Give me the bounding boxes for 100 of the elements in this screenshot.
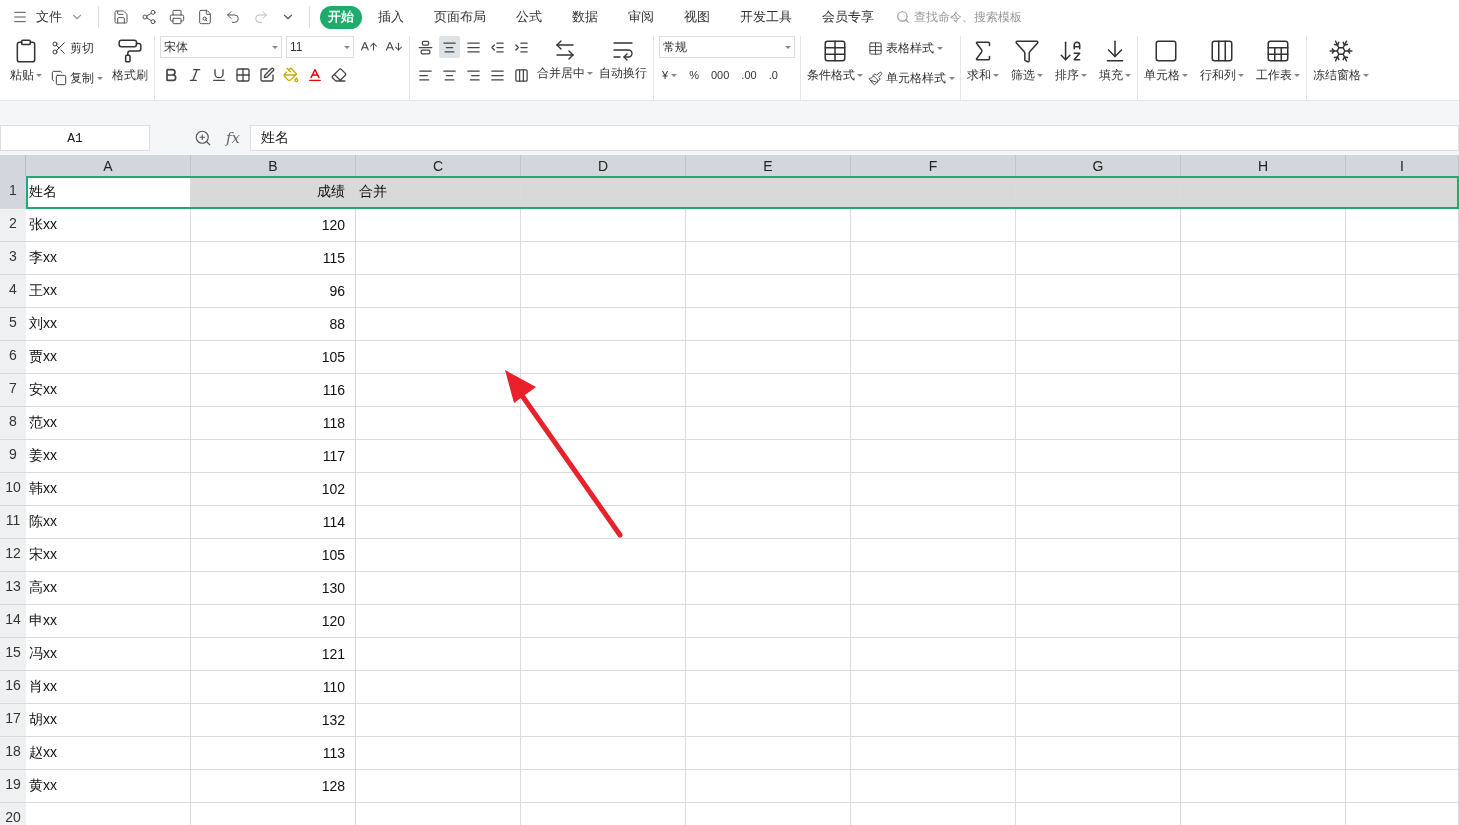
table-cell: 96 <box>191 275 356 308</box>
wrap-text-button[interactable]: 自动换行 <box>598 36 648 83</box>
cell-icon <box>1153 38 1179 64</box>
vertical-align-icon[interactable] <box>439 36 460 58</box>
font-name-field[interactable]: 宋体 <box>160 36 282 58</box>
column-header[interactable]: F <box>851 155 1016 176</box>
table-cell: 肖xx <box>26 671 191 704</box>
scissors-icon <box>51 40 67 56</box>
table-cell: 王xx <box>26 275 191 308</box>
row-header[interactable]: 19 <box>0 770 26 803</box>
column-header[interactable]: H <box>1181 155 1346 176</box>
table-cell: 105 <box>191 341 356 374</box>
conditional-format-button[interactable]: 条件格式 <box>806 36 864 85</box>
row-header[interactable]: 15 <box>0 638 26 671</box>
table-cell: 张xx <box>26 209 191 242</box>
ribbon-tab[interactable]: 公式 <box>508 5 550 29</box>
row-header[interactable]: 5 <box>0 308 26 341</box>
cut-button[interactable]: 剪切 <box>51 36 103 60</box>
merge-cells-icon <box>553 38 577 62</box>
column-header[interactable]: I <box>1346 155 1459 176</box>
filter-icon <box>1014 38 1040 64</box>
row-header[interactable]: 2 <box>0 209 26 242</box>
cell-style-button[interactable]: 单元格样式 <box>868 66 955 90</box>
font-size-field[interactable]: 11 <box>286 36 354 58</box>
name-box[interactable]: A1 <box>0 125 150 151</box>
row-header[interactable]: 9 <box>0 440 26 473</box>
cells-button[interactable]: 单元格 <box>1143 36 1189 85</box>
brush-icon <box>868 70 883 86</box>
column-header[interactable]: E <box>686 155 851 176</box>
format-painter-button[interactable]: 格式刷 <box>111 36 149 85</box>
table-cell: 105 <box>191 539 356 572</box>
row-header[interactable]: 17 <box>0 704 26 737</box>
ribbon-tab[interactable]: 审阅 <box>620 5 662 29</box>
column-header[interactable]: G <box>1016 155 1181 176</box>
row-header[interactable]: 10 <box>0 473 26 506</box>
number-format-field[interactable]: 常规 <box>659 36 795 58</box>
table-cell: 范xx <box>26 407 191 440</box>
row-header[interactable]: 16 <box>0 671 26 704</box>
function-label[interactable]: fx <box>226 129 240 147</box>
freeze-panes-button[interactable]: 冻结窗格 <box>1312 36 1370 85</box>
row-header[interactable]: 6 <box>0 341 26 374</box>
row-header[interactable]: 20 <box>0 803 26 825</box>
ribbon-tab[interactable]: 会员专享 <box>814 5 882 29</box>
copy-button[interactable]: 复制 <box>51 66 103 90</box>
table-cell: 陈xx <box>26 506 191 539</box>
table-cell: 120 <box>191 605 356 638</box>
table-cell: 88 <box>191 308 356 341</box>
table-cell: 102 <box>191 473 356 506</box>
row-header[interactable]: 8 <box>0 407 26 440</box>
table-cell: 114 <box>191 506 356 539</box>
row-header[interactable]: 7 <box>0 374 26 407</box>
row-header[interactable]: 18 <box>0 737 26 770</box>
table-cell: 130 <box>191 572 356 605</box>
ribbon-tab[interactable]: 页面布局 <box>426 5 494 29</box>
tool-button[interactable]: 填充 <box>1098 36 1132 85</box>
formula-field[interactable]: 姓名 <box>250 125 1459 151</box>
table-cell: 黄xx <box>26 770 191 803</box>
table-cell: 宋xx <box>26 539 191 572</box>
snowflake-icon <box>1328 38 1354 64</box>
table-cell: 姜xx <box>26 440 191 473</box>
tool-button[interactable]: 排序 <box>1054 36 1088 85</box>
table-cell: 冯xx <box>26 638 191 671</box>
row-header[interactable]: 12 <box>0 539 26 572</box>
column-header[interactable]: B <box>191 155 356 176</box>
row-header[interactable]: 13 <box>0 572 26 605</box>
table-cell: 刘xx <box>26 308 191 341</box>
cells-button[interactable]: 行和列 <box>1199 36 1245 85</box>
row-header[interactable]: 1 <box>0 176 26 209</box>
currency-button[interactable]: ¥ <box>659 64 681 86</box>
add-decimal-button[interactable]: .00 <box>738 64 760 86</box>
table-cell: 申xx <box>26 605 191 638</box>
ribbon-tab[interactable]: 插入 <box>370 5 412 29</box>
tool-button[interactable]: 求和 <box>966 36 1000 85</box>
table-cell: 116 <box>191 374 356 407</box>
table-cell: 113 <box>191 737 356 770</box>
table-cell: 胡xx <box>26 704 191 737</box>
table-cell: 118 <box>191 407 356 440</box>
column-header[interactable]: D <box>521 155 686 176</box>
merge-center-button[interactable]: 合并居中 <box>536 36 594 83</box>
row-header[interactable]: 14 <box>0 605 26 638</box>
thousands-button[interactable]: 000 <box>707 64 733 86</box>
tool-button[interactable]: 筛选 <box>1010 36 1044 85</box>
ribbon-tab[interactable]: 视图 <box>676 5 718 29</box>
column-header[interactable]: A <box>26 155 191 176</box>
row-header[interactable]: 11 <box>0 506 26 539</box>
ribbon-tab[interactable]: 数据 <box>564 5 606 29</box>
table-cell: 120 <box>191 209 356 242</box>
remove-decimal-button[interactable]: .0 <box>765 64 781 86</box>
paste-button[interactable]: 粘贴 <box>9 36 43 85</box>
table-cell: 121 <box>191 638 356 671</box>
column-header[interactable]: C <box>356 155 521 176</box>
file-menu[interactable]: 文件 <box>36 8 62 26</box>
percent-button[interactable]: % <box>686 64 702 86</box>
row-header[interactable]: 3 <box>0 242 26 275</box>
table-style-button[interactable]: 表格样式 <box>868 36 955 60</box>
table-icon <box>822 38 848 64</box>
row-header[interactable]: 4 <box>0 275 26 308</box>
ribbon-tab[interactable]: 开发工具 <box>732 5 800 29</box>
cells-button[interactable]: 工作表 <box>1255 36 1301 85</box>
table-cell: 128 <box>191 770 356 803</box>
